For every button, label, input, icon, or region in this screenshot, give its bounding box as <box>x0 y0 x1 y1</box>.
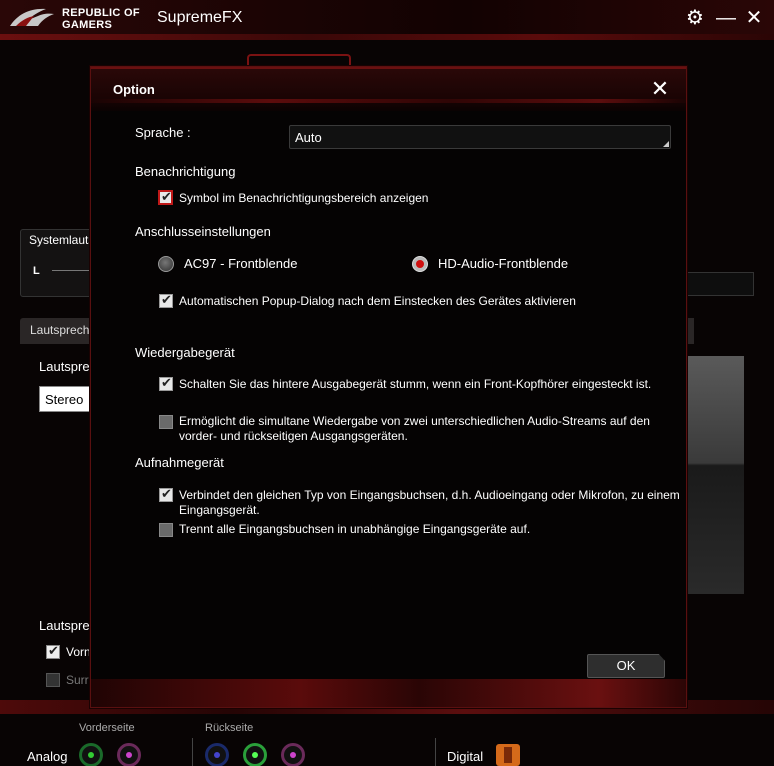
auto-popup-label: Automatischen Popup-Dialog nach dem Eins… <box>179 294 576 308</box>
notification-tray-label: Symbol im Benachrichtigungsbereich anzei… <box>179 191 429 205</box>
background-field <box>686 272 754 296</box>
speaker-tab-label: Lautspreche <box>30 323 97 337</box>
dialog-title: Option <box>113 82 155 97</box>
ac97-label: AC97 - Frontblende <box>184 256 298 271</box>
combine-inputs-checkbox[interactable] <box>159 486 173 502</box>
hd-audio-radio[interactable] <box>412 256 428 272</box>
separator <box>435 738 436 766</box>
rog-logo-text: REPUBLIC OF GAMERS <box>62 7 140 31</box>
separate-inputs-checkbox[interactable] <box>159 523 173 537</box>
language-dropdown-value: Auto <box>295 130 322 145</box>
option-dialog: Option ✕ Sprache : Auto Benachrichtigung… <box>90 66 687 708</box>
front-panel-label: Vorderseite <box>79 722 135 734</box>
title-bar: REPUBLIC OF GAMERS SupremeFX ⚙ — ✕ <box>0 0 774 40</box>
language-dropdown[interactable]: Auto <box>289 125 671 149</box>
recording-heading: Aufnahmegerät <box>135 455 224 470</box>
separator <box>192 738 193 766</box>
front-checkbox-label: Vorn <box>66 645 91 659</box>
dropdown-arrow-icon <box>663 141 669 147</box>
digital-label: Digital <box>447 749 484 764</box>
volume-slider[interactable] <box>52 270 92 271</box>
analog-label: Analog <box>27 749 68 764</box>
rog-logo-icon <box>10 8 54 26</box>
title-bar-stripe <box>0 34 774 40</box>
speaker-config-label: Lautspre <box>39 359 90 374</box>
rear-blue-jack-icon[interactable] <box>205 743 229 766</box>
front-pink-jack-icon[interactable] <box>117 743 141 766</box>
mute-rear-checkbox[interactable] <box>159 375 173 391</box>
combine-inputs-label: Verbindet den gleichen Typ von Eingangsb… <box>179 488 680 517</box>
playback-heading: Wiedergabegerät <box>135 345 235 360</box>
ok-button[interactable]: OK <box>587 654 665 678</box>
dialog-header: Option ✕ <box>91 67 686 111</box>
surround-checkbox[interactable] <box>46 673 60 687</box>
front-checkbox[interactable] <box>46 643 60 659</box>
window-close-icon[interactable]: ✕ <box>741 6 767 32</box>
dialog-close-icon[interactable]: ✕ <box>649 78 671 101</box>
system-volume-label: Systemlauts <box>29 233 95 247</box>
speaker-section-label: Lautspre <box>39 618 90 633</box>
language-label: Sprache : <box>135 125 191 140</box>
notification-heading: Benachrichtigung <box>135 164 236 179</box>
notification-tray-checkbox[interactable] <box>158 189 173 205</box>
multistream-label: Ermöglicht die simultane Wiedergabe von … <box>179 414 650 443</box>
front-green-jack-icon[interactable] <box>79 743 103 766</box>
auto-popup-checkbox[interactable] <box>159 292 173 308</box>
rear-panel-label: Rückseite <box>205 722 254 734</box>
minimize-icon[interactable]: — <box>713 6 739 32</box>
left-channel-label: L <box>33 265 40 277</box>
mute-rear-label: Schalten Sie das hintere Ausgabegerät st… <box>179 377 652 391</box>
dialog-header-accent <box>91 99 686 103</box>
separate-inputs-label: Trennt alle Eingangsbuchsen in unabhängi… <box>179 522 531 536</box>
app-title: SupremeFX <box>157 9 243 26</box>
rear-green-jack-icon[interactable] <box>243 743 267 766</box>
ac97-radio[interactable] <box>158 256 174 272</box>
dialog-footer <box>91 679 686 707</box>
hd-audio-label: HD-Audio-Frontblende <box>438 256 569 271</box>
background-tab-edge <box>686 318 694 344</box>
settings-gear-icon[interactable]: ⚙ <box>682 6 708 32</box>
connection-heading: Anschlusseinstellungen <box>135 224 271 239</box>
room-preview <box>686 356 744 594</box>
multistream-checkbox[interactable] <box>159 415 173 429</box>
digital-output-icon[interactable] <box>496 744 520 766</box>
rear-pink-jack-icon[interactable] <box>281 743 305 766</box>
